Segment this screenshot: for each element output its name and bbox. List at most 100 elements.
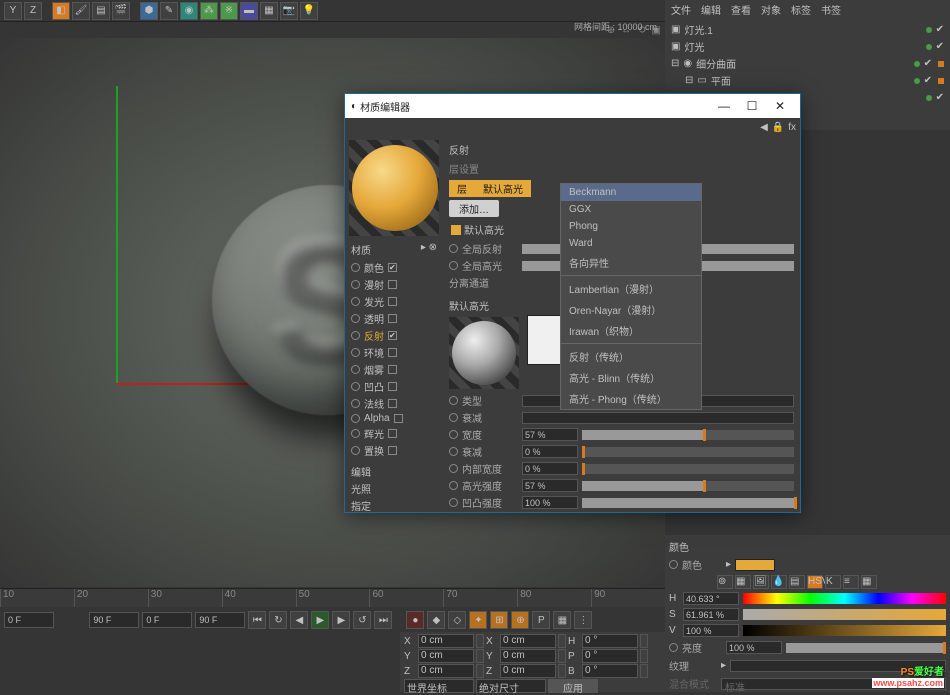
more-icon[interactable]: ⋮ xyxy=(574,611,592,629)
camera-icon[interactable]: 📷 xyxy=(280,2,298,20)
channel-法线[interactable]: 法线 xyxy=(349,395,439,412)
channel-assign[interactable]: 指定 xyxy=(349,497,439,512)
channel-环境[interactable]: 环境 xyxy=(349,344,439,361)
channel-edit[interactable]: 编辑 xyxy=(349,463,439,480)
s-slider[interactable] xyxy=(743,609,946,620)
channel-烟雾[interactable]: 烟雾 xyxy=(349,361,439,378)
frame-start[interactable]: 0 F xyxy=(4,612,54,628)
axis-y-button[interactable]: Y xyxy=(4,2,22,20)
pos-key-icon[interactable]: ✦ xyxy=(469,611,487,629)
step-fwd-icon[interactable]: ▶ xyxy=(332,611,350,629)
z-size[interactable]: 0 cm xyxy=(500,664,556,678)
fn-icon[interactable]: fx xyxy=(788,122,796,133)
h-field[interactable]: 40.633 ° xyxy=(683,592,739,605)
h-slider[interactable] xyxy=(743,593,946,604)
h-rot[interactable]: 0 ° xyxy=(582,634,638,648)
clapboard-icon[interactable]: 🎬 xyxy=(112,2,130,20)
scale-key-icon[interactable]: ⊞ xyxy=(490,611,508,629)
dropdown-item[interactable]: Ward xyxy=(561,235,701,252)
list-icon[interactable]: ≡ xyxy=(843,575,859,589)
apply-button[interactable]: 应用 xyxy=(548,679,598,693)
x-size[interactable]: 0 cm xyxy=(500,634,556,648)
add-button[interactable]: 添加… xyxy=(449,200,499,217)
img-icon[interactable]: 🖼 xyxy=(753,575,769,589)
cube2-icon[interactable]: ⬢ xyxy=(140,2,158,20)
b-rot[interactable]: 0 ° xyxy=(582,664,638,678)
atten-select[interactable] xyxy=(522,412,794,424)
back-icon[interactable]: ◀ xyxy=(760,122,768,133)
channel-置换[interactable]: 置换 xyxy=(349,442,439,459)
color-swatch[interactable] xyxy=(735,559,775,571)
material-preview[interactable] xyxy=(352,145,438,231)
swatch-icon[interactable]: ▤ xyxy=(789,575,805,589)
loop-icon[interactable]: ↻ xyxy=(269,611,287,629)
dropdown-item[interactable]: 反射（传统） xyxy=(561,346,701,367)
array-icon[interactable]: ⁂ xyxy=(200,2,218,20)
tab-file[interactable]: 文件 xyxy=(671,2,691,17)
film-icon[interactable]: ▦ xyxy=(260,2,278,20)
loop2-icon[interactable]: ↺ xyxy=(353,611,371,629)
v-field[interactable]: 100 % xyxy=(683,624,739,637)
dropdown-item[interactable]: Oren-Nayar（漫射） xyxy=(561,299,701,320)
dropdown-item[interactable]: GGX xyxy=(561,201,701,218)
object-row[interactable]: ▣灯光.1✔ xyxy=(671,21,944,38)
timeline-icon[interactable]: ▤ xyxy=(92,2,110,20)
channel-凹凸[interactable]: 凹凸 xyxy=(349,378,439,395)
frame-current2[interactable]: 0 F xyxy=(142,612,192,628)
arrow-icon[interactable]: ▸ xyxy=(721,660,726,671)
object-row[interactable]: ⊟▭平面✔ xyxy=(671,72,944,89)
brightness-field[interactable]: 100 % xyxy=(726,641,782,654)
dropdown-item[interactable]: Phong xyxy=(561,218,701,235)
floor-icon[interactable]: ▬ xyxy=(240,2,258,20)
hsv-button[interactable]: HSV xyxy=(807,575,823,589)
pen-icon[interactable]: ✎ xyxy=(160,2,178,20)
channel-发光[interactable]: 发光 xyxy=(349,293,439,310)
play-icon[interactable]: ▶ xyxy=(311,611,329,629)
light-icon[interactable]: 💡 xyxy=(300,2,318,20)
pla-key-icon[interactable]: ▦ xyxy=(553,611,571,629)
maximize-button[interactable]: ☐ xyxy=(738,96,766,116)
y-pos[interactable]: 0 cm xyxy=(418,649,474,663)
tab-objects[interactable]: 对象 xyxy=(761,2,781,17)
frame-end[interactable]: 90 F xyxy=(195,612,245,628)
cube-icon[interactable]: ◧ xyxy=(52,2,70,20)
y-size[interactable]: 0 cm xyxy=(500,649,556,663)
key-icon[interactable]: ◆ xyxy=(427,611,445,629)
channel-透明[interactable]: 透明 xyxy=(349,310,439,327)
dropdown-item[interactable]: 高光 - Phong（传统） xyxy=(561,388,701,409)
dropdown-item[interactable]: 各向异性 xyxy=(561,252,701,273)
brightness-slider[interactable] xyxy=(786,643,946,653)
dropdown-item[interactable]: 高光 - Blinn（传统） xyxy=(561,367,701,388)
autokey-icon[interactable]: ◇ xyxy=(448,611,466,629)
tab-layer[interactable]: 层 xyxy=(449,180,475,197)
rot-key-icon[interactable]: ⊕ xyxy=(511,611,529,629)
tab-bookmarks[interactable]: 书签 xyxy=(821,2,841,17)
deformer-icon[interactable]: ※ xyxy=(220,2,238,20)
frame-current[interactable]: 90 F xyxy=(89,612,139,628)
size-mode[interactable]: 绝对尺寸 xyxy=(476,679,546,693)
picker-icon[interactable]: ⊚ xyxy=(717,575,733,589)
object-row[interactable]: ⊟◉细分曲面✔ xyxy=(671,55,944,72)
timeline-ruler[interactable]: 102030405060708090 xyxy=(0,589,665,607)
grid-icon[interactable]: ▦ xyxy=(861,575,877,589)
object-row[interactable]: ▣灯光✔ xyxy=(671,38,944,55)
dropdown-item[interactable]: Irawan（织物） xyxy=(561,320,701,341)
channel-Alpha[interactable]: Alpha xyxy=(349,412,439,425)
param-key-icon[interactable]: P xyxy=(532,611,550,629)
tab-tags[interactable]: 标签 xyxy=(791,2,811,17)
goto-end-icon[interactable]: ⏭ xyxy=(374,611,392,629)
eyedrop-icon[interactable]: 💧 xyxy=(771,575,787,589)
dropdown-item[interactable]: Beckmann xyxy=(561,184,701,201)
goto-start-icon[interactable]: ⏮ xyxy=(248,611,266,629)
window-titlebar[interactable]: ◐ 材质编辑器 — ☐ ✕ xyxy=(345,94,800,118)
p-rot[interactable]: 0 ° xyxy=(582,649,638,663)
coord-mode[interactable]: 世界坐标 xyxy=(404,679,474,693)
brush-icon[interactable]: 🖌 xyxy=(72,2,90,20)
tab-edit[interactable]: 编辑 xyxy=(701,2,721,17)
record-icon[interactable]: ● xyxy=(406,611,424,629)
nurbs-icon[interactable]: ◉ xyxy=(180,2,198,20)
step-back-icon[interactable]: ◀ xyxy=(290,611,308,629)
minimize-button[interactable]: — xyxy=(710,96,738,116)
tab-default-highlight[interactable]: 默认高光 xyxy=(475,180,531,197)
dropdown-item[interactable]: Lambertian（漫射） xyxy=(561,278,701,299)
